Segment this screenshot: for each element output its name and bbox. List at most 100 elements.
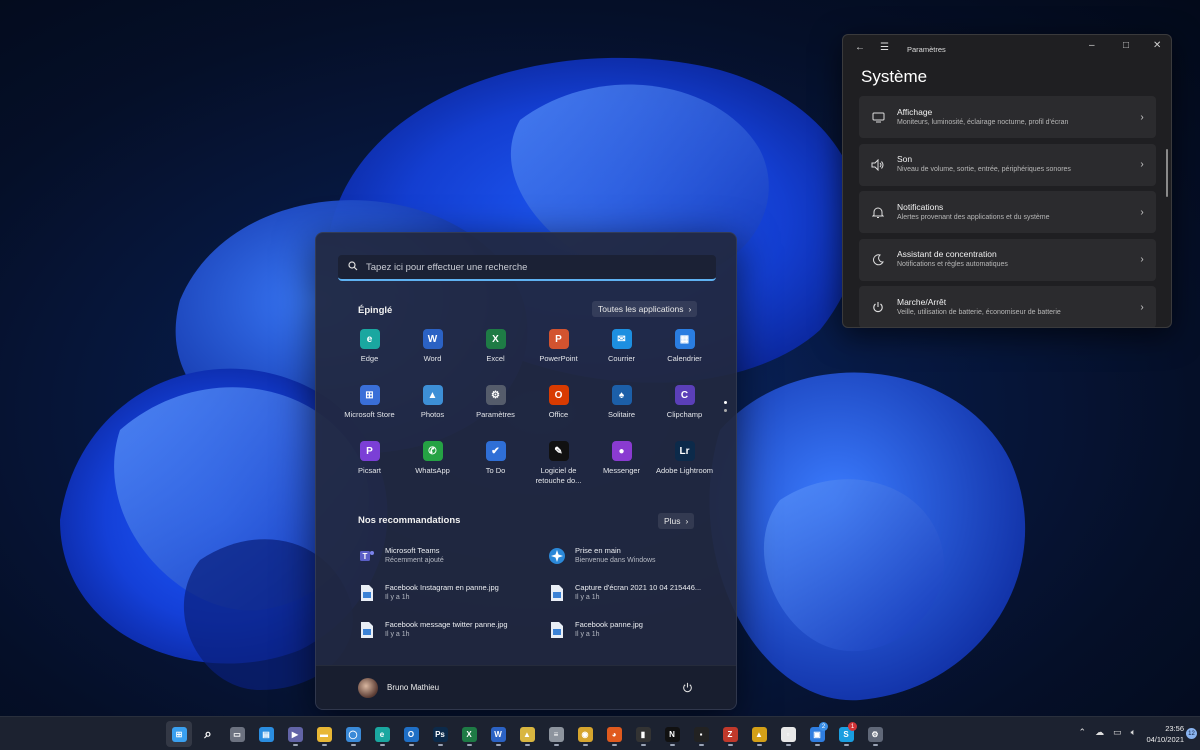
clock[interactable]: 23:56 04/10/2021 <box>1146 723 1184 745</box>
back-arrow-icon[interactable]: ← <box>855 42 865 53</box>
outlook-icon: O <box>403 726 419 742</box>
chrome-icon: ◉ <box>577 726 593 742</box>
settings-item[interactable]: Notifications Alertes provenant des appli… <box>859 191 1156 233</box>
running-indicator <box>669 744 675 746</box>
recommended-item-subtitle: Bienvenue dans Windows <box>575 557 656 564</box>
pinned-app-label: To Do <box>485 466 506 475</box>
recommended-item-subtitle: Il y a 1h <box>575 631 600 638</box>
cloud-icon[interactable]: ☁ <box>1095 727 1104 738</box>
battery-icon[interactable]: ▭ <box>1113 727 1122 738</box>
recommended-item[interactable]: Facebook panne.jpg Il y a 1h <box>548 617 723 643</box>
pinned-app[interactable]: ⚙ Paramètres <box>464 385 527 431</box>
chevron-up-icon[interactable]: ⌃ <box>1079 727 1087 738</box>
pinned-app[interactable]: ✉ Courrier <box>590 329 653 375</box>
pinned-app-label: Adobe Lightroom <box>655 466 714 475</box>
settings-window: ← ☰ Paramètres – □ ✕ Système Affichage Mo… <box>842 34 1172 328</box>
pinned-app-label: WhatsApp <box>415 466 450 475</box>
taskbar-app-blue[interactable]: ▣ 2 <box>804 721 830 747</box>
taskbar-word[interactable]: W <box>485 721 511 747</box>
pinned-app[interactable]: O Office <box>527 385 590 431</box>
scrollbar-thumb[interactable] <box>1166 149 1168 197</box>
taskbar-app-doc[interactable]: ▫ <box>775 721 801 747</box>
pinned-app[interactable]: P PowerPoint <box>527 329 590 375</box>
pinned-app[interactable]: ✎ Logiciel de retouche do... <box>527 441 590 487</box>
settings-gear-icon: ⚙ <box>867 726 883 742</box>
taskbar-excel[interactable]: X <box>456 721 482 747</box>
window-title: Paramètres <box>907 45 946 54</box>
settings-titlebar: ← ☰ Paramètres – □ ✕ <box>843 35 1171 61</box>
taskbar-widgets[interactable]: ▤ <box>253 721 279 747</box>
taskbar-netflix[interactable]: N <box>659 721 685 747</box>
taskbar-teams-chat[interactable]: ▶ <box>282 721 308 747</box>
pinned-app[interactable]: ● Messenger <box>590 441 653 487</box>
recommended-item[interactable]: Capture d'écran 2021 10 04 215446... Il y… <box>548 580 723 606</box>
pinned-app[interactable]: X Excel <box>464 329 527 375</box>
pinned-app[interactable]: Lr Adobe Lightroom <box>653 441 716 487</box>
more-button[interactable]: Plus › <box>658 513 695 529</box>
pinned-app[interactable]: ▲ Photos <box>401 385 464 431</box>
avatar[interactable] <box>358 677 378 698</box>
taskbar: ⊞ ⌕ ▭ ▤ ▶ ▬ ◯ e O Ps X W ▲ ≡ ◉ ◕ ▮ N ▪ Z ▲ ▫ ▣ 2 S 1 ⚙ ⌃ ☁ ▭ 🔈︎ 23… <box>0 716 1200 750</box>
pinned-app[interactable]: ▦ Calendrier <box>653 329 716 375</box>
settings-item-text: Assistant de concentration Notifications … <box>897 249 1128 270</box>
page-indicator[interactable] <box>724 401 728 417</box>
hamburger-menu-icon[interactable]: ☰ <box>880 42 889 53</box>
recommended-item[interactable]: Facebook message twitter panne.jpg Il y a… <box>358 617 533 643</box>
taskbar-firefox[interactable]: ◕ <box>601 721 627 747</box>
chevron-right-icon: › <box>1140 159 1144 170</box>
taskbar-app-dark[interactable]: ▮ <box>630 721 656 747</box>
taskbar-task-view[interactable]: ▭ <box>224 721 250 747</box>
pinned-app[interactable]: W Word <box>401 329 464 375</box>
taskbar-settings[interactable]: ⚙ <box>862 721 888 747</box>
image-file-icon <box>358 583 376 603</box>
taskbar-skype[interactable]: S1 <box>833 721 859 747</box>
recommended-item[interactable]: T Microsoft Teams Récemment ajouté <box>358 543 533 569</box>
pinned-app[interactable]: ⊞ Microsoft Store <box>338 385 401 431</box>
power-button[interactable] <box>680 681 694 695</box>
pinned-app-label: Clipchamp <box>666 410 703 419</box>
maximize-icon[interactable]: □ <box>1123 40 1129 51</box>
pinned-apps-grid: e Edge W Word X Excel P PowerPoint ✉ Courrier ▦ Cal… <box>338 329 718 487</box>
taskbar-edge[interactable]: e <box>369 721 395 747</box>
pinned-app[interactable]: ✆ WhatsApp <box>401 441 464 487</box>
taskbar-app-triangle[interactable]: ▲ <box>746 721 772 747</box>
recommended-item-title: Facebook panne.jpg <box>575 620 643 629</box>
minimize-icon[interactable]: – <box>1089 40 1095 51</box>
settings-item[interactable]: Marche/Arrêt Veille, utilisation de batte… <box>859 286 1156 327</box>
close-icon[interactable]: ✕ <box>1153 40 1161 51</box>
taskbar-outlook[interactable]: O <box>398 721 424 747</box>
pinned-app[interactable]: ✔ To Do <box>464 441 527 487</box>
recommended-item[interactable]: Prise en main Bienvenue dans Windows <box>548 543 723 569</box>
windows-start-icon: ⊞ <box>171 726 187 742</box>
taskbar-chrome[interactable]: ◉ <box>572 721 598 747</box>
start-search-input[interactable] <box>366 261 706 273</box>
pinned-app[interactable]: ♠ Solitaire <box>590 385 653 431</box>
taskbar-notepad[interactable]: ≡ <box>543 721 569 747</box>
pinned-app-label: Photos <box>420 410 445 419</box>
all-apps-button[interactable]: Toutes les applications › <box>592 301 698 317</box>
recommended-item[interactable]: Facebook Instagram en panne.jpg Il y a 1h <box>358 580 533 606</box>
pinned-app[interactable]: P Picsart <box>338 441 401 487</box>
user-name[interactable]: Bruno Mathieu <box>387 683 439 692</box>
taskbar-app-ocb[interactable]: ▪ <box>688 721 714 747</box>
messenger-icon: ◯ <box>345 726 361 742</box>
pinned-app-label: Excel <box>486 354 505 363</box>
taskbar-app-steam[interactable]: ▲ <box>514 721 540 747</box>
pinned-app-label: Logiciel de retouche do... <box>535 466 582 485</box>
settings-item[interactable]: Son Niveau de volume, sortie, entrée, pér… <box>859 143 1156 186</box>
start-search-box[interactable] <box>338 255 716 281</box>
pinned-app[interactable]: C Clipchamp <box>653 385 716 431</box>
taskbar-file-explorer[interactable]: ▬ <box>311 721 337 747</box>
taskbar-messenger[interactable]: ◯ <box>340 721 366 747</box>
taskbar-photoshop[interactable]: Ps <box>427 721 453 747</box>
settings-item[interactable]: Affichage Moniteurs, luminosité, éclairag… <box>859 96 1156 138</box>
notification-center-badge[interactable]: 12 <box>1186 728 1197 739</box>
pinned-app[interactable]: e Edge <box>338 329 401 375</box>
taskbar-start[interactable]: ⊞ <box>166 721 192 747</box>
taskbar-search[interactable]: ⌕ <box>195 721 221 747</box>
taskbar-apps: ⊞ ⌕ ▭ ▤ ▶ ▬ ◯ e O Ps X W ▲ ≡ ◉ ◕ ▮ N ▪ Z ▲ ▫ ▣ 2 S 1 ⚙ <box>166 721 888 747</box>
speaker-icon[interactable]: 🔈︎ <box>1131 727 1136 738</box>
notepad-icon: ≡ <box>548 726 564 742</box>
settings-item[interactable]: Assistant de concentration Notifications … <box>859 238 1156 281</box>
taskbar-filezilla[interactable]: Z <box>717 721 743 747</box>
